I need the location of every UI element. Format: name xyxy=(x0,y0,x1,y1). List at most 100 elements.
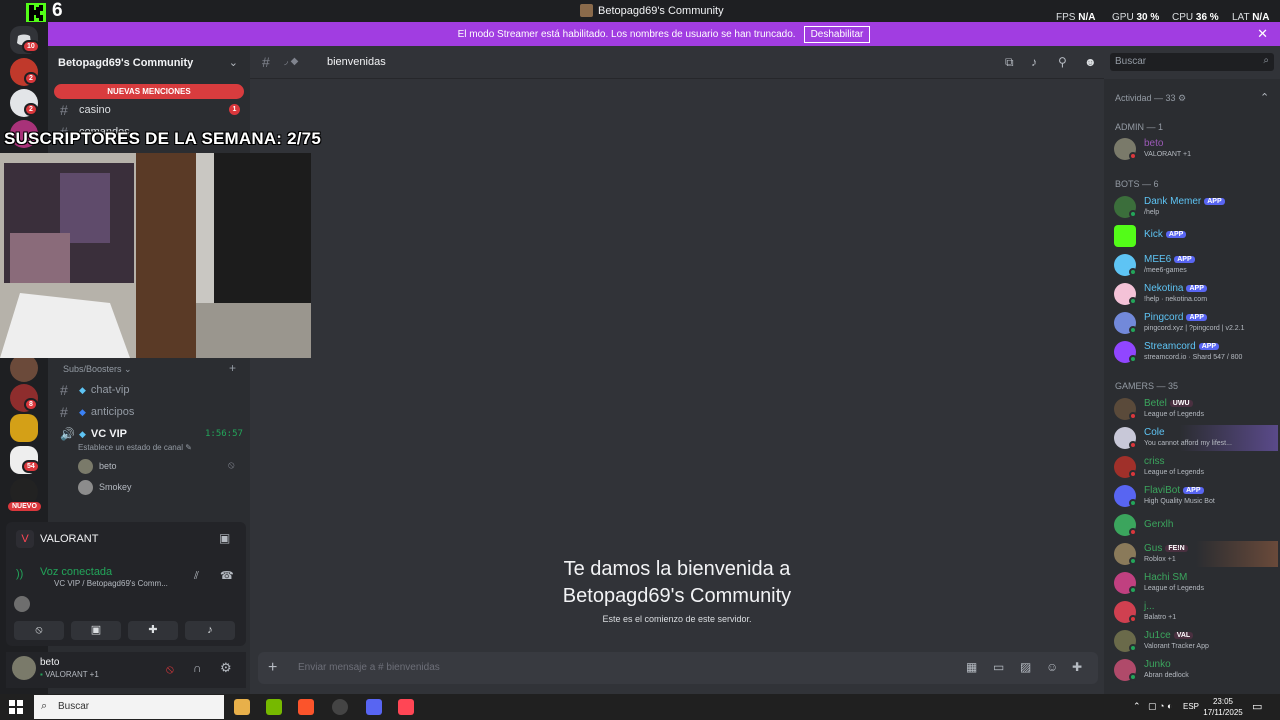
obs-icon[interactable] xyxy=(332,699,348,715)
server-icon[interactable] xyxy=(10,354,38,382)
emoji-icon: ◞ ◆ xyxy=(284,56,299,67)
member-item[interactable]: beto VALORANT +1 xyxy=(1114,136,1278,162)
mic-muted-icon[interactable]: ⦸ xyxy=(166,662,174,677)
noise-suppression-icon[interactable]: ⫽ xyxy=(194,570,199,583)
member-status: /mee6-games xyxy=(1144,267,1187,274)
channel-title: bienvenidas xyxy=(327,56,386,68)
discord-icon[interactable] xyxy=(366,699,382,715)
member-item[interactable]: Nekotina APP !help · nekotina.com xyxy=(1114,281,1278,307)
headphones-icon[interactable]: ∩ xyxy=(193,661,202,675)
member-item[interactable]: Betel UWU League of Legends xyxy=(1114,396,1278,422)
member-status: pingcord.xyz | ?pingcord | v2.2.1 xyxy=(1144,325,1245,332)
plus-icon[interactable]: + xyxy=(268,659,277,677)
channel-label: anticipos xyxy=(90,406,135,418)
new-mentions-pill[interactable]: NUEVAS MENCIONES xyxy=(54,84,244,99)
soundboard-button[interactable]: ♪ xyxy=(185,621,235,640)
clock[interactable]: 23:05 17/11/2025 xyxy=(1202,696,1244,718)
tray-chevron-icon[interactable]: ⌃ xyxy=(1133,701,1141,712)
member-item[interactable]: Streamcord APP streamcord.io · Shard 547 … xyxy=(1114,339,1278,365)
member-item[interactable]: j... Balatro +1 xyxy=(1114,599,1278,625)
member-item[interactable]: Kick APP xyxy=(1114,223,1278,249)
member-item[interactable]: MEE6 APP /mee6-games xyxy=(1114,252,1278,278)
status-dnd-icon xyxy=(1129,412,1137,420)
server-icon xyxy=(580,4,593,17)
avatar xyxy=(1114,225,1136,247)
member-name: beto xyxy=(1144,138,1164,149)
member-item[interactable]: Hachi SM League of Legends xyxy=(1114,570,1278,596)
status-online-icon xyxy=(1129,499,1137,507)
threads-icon[interactable]: ⧉ xyxy=(1005,55,1014,70)
taskbar-search[interactable]: ⌕ Buscar xyxy=(34,695,224,719)
channel-anticipos[interactable]: # ◆ anticipos xyxy=(60,404,134,420)
language-indicator[interactable]: ESP xyxy=(1183,702,1199,711)
deafened-icon: ⦸ xyxy=(228,460,235,471)
camera-off-button[interactable]: ⦸ xyxy=(14,621,64,640)
message-input[interactable]: + Enviar mensaje a # bienvenidas ▦ ▭ ▨ ☺… xyxy=(258,652,1098,684)
member-status: League of Legends xyxy=(1144,411,1204,418)
voice-user[interactable]: beto ⦸ xyxy=(78,459,238,475)
gear-icon[interactable]: ⚙ xyxy=(220,660,232,676)
chevron-down-icon[interactable]: ⌄ xyxy=(229,56,238,69)
windows-taskbar: ⌕ Buscar ⌃ ▢ ◔ ◐ ESP 23:05 17/11/2025 ▭ xyxy=(0,694,1280,720)
disconnect-icon[interactable]: ☎ xyxy=(220,569,234,582)
speaker-icon: 🔊 xyxy=(60,427,75,441)
network-icon[interactable]: ▢ ◔ ◐ xyxy=(1148,701,1172,712)
member-item[interactable]: criss League of Legends xyxy=(1114,454,1278,480)
search-input[interactable]: Buscar ⌕ xyxy=(1110,53,1274,71)
member-item[interactable]: FlaviBot APP High Quality Music Bot xyxy=(1114,483,1278,509)
voice-user[interactable]: Smokey xyxy=(78,480,238,496)
add-channel-icon[interactable]: + xyxy=(229,361,236,375)
notification-icon[interactable]: ▭ xyxy=(1252,700,1262,713)
voice-channel-path[interactable]: VC VIP / Betopagd69's Comm... xyxy=(54,579,168,588)
status-online-icon xyxy=(1129,326,1137,334)
brave-icon[interactable] xyxy=(298,699,314,715)
voice-status[interactable]: Voz conectada xyxy=(40,566,112,578)
channel-casino[interactable]: # casino xyxy=(60,102,111,118)
disable-streamer-button[interactable]: Deshabilitar xyxy=(803,25,871,43)
activities-button[interactable]: ✚ xyxy=(128,621,178,640)
username: beto xyxy=(40,657,60,668)
nvidia-icon[interactable] xyxy=(266,699,282,715)
status-online-icon xyxy=(1129,355,1137,363)
screen-share-icon[interactable]: ▣ xyxy=(219,531,230,545)
gif-icon[interactable]: ▭ xyxy=(993,660,1004,674)
member-item[interactable]: Gus FE!N Roblox +1 xyxy=(1114,541,1278,567)
file-explorer-icon[interactable] xyxy=(234,699,250,715)
member-item[interactable]: Ju1ce VAL Valorant Tracker App xyxy=(1114,628,1278,654)
unread-badge: 2 xyxy=(24,72,38,85)
voice-channel-vc-vip[interactable]: 🔊 ◆ VC VIP xyxy=(60,427,127,441)
chevron-up-icon[interactable]: ⌃ xyxy=(1260,91,1269,104)
member-name: j... xyxy=(1144,601,1155,612)
channel-status-prompt[interactable]: Establece un estado de canal ✎ xyxy=(78,443,192,452)
member-status: /help xyxy=(1144,209,1160,216)
member-item[interactable]: Gerxlh xyxy=(1114,512,1278,538)
server-name[interactable]: Betopagd69's Community xyxy=(58,57,193,69)
emoji-icon[interactable]: ☺ xyxy=(1046,660,1058,674)
apps-icon[interactable]: ✚ xyxy=(1072,660,1082,674)
member-item[interactable]: Pingcord APP pingcord.xyz | ?pingcord | v… xyxy=(1114,310,1278,336)
member-list-icon[interactable]: ☻ xyxy=(1084,55,1097,69)
voice-timer: 1:56:57 xyxy=(205,429,243,439)
streamer-mode-banner: El modo Streamer está habilitado. Los no… xyxy=(48,22,1280,46)
channel-label: casino xyxy=(79,104,111,116)
member-item[interactable]: Dank Memer APP /help xyxy=(1114,194,1278,220)
avatar xyxy=(14,596,30,612)
category-subs-boosters[interactable]: Subs/Boosters ⌄ xyxy=(63,364,132,375)
share-screen-button[interactable]: ▣ xyxy=(71,621,121,640)
bell-icon[interactable]: ♪ xyxy=(1031,55,1037,69)
valorant-icon[interactable] xyxy=(398,699,414,715)
welcome-line2: Betopagd69's Community xyxy=(562,585,792,607)
gift-icon[interactable]: ▦ xyxy=(966,660,977,674)
member-item[interactable]: Cole You cannot afford my lifest... xyxy=(1114,425,1278,451)
close-icon[interactable]: ✕ xyxy=(1257,26,1268,42)
member-name: Dank Memer xyxy=(1144,196,1202,207)
channel-chat-vip[interactable]: # ◆ chat-vip xyxy=(60,382,129,398)
pin-icon[interactable]: ⚲ xyxy=(1058,55,1067,69)
status-online-icon xyxy=(1129,644,1137,652)
server-icon[interactable] xyxy=(10,414,38,442)
member-item[interactable]: Junko Abran dedlock xyxy=(1114,657,1278,683)
windows-start-icon[interactable] xyxy=(9,700,23,714)
valorant-icon: V xyxy=(16,530,34,548)
avatar[interactable] xyxy=(12,656,36,680)
sticker-icon[interactable]: ▨ xyxy=(1020,660,1031,674)
